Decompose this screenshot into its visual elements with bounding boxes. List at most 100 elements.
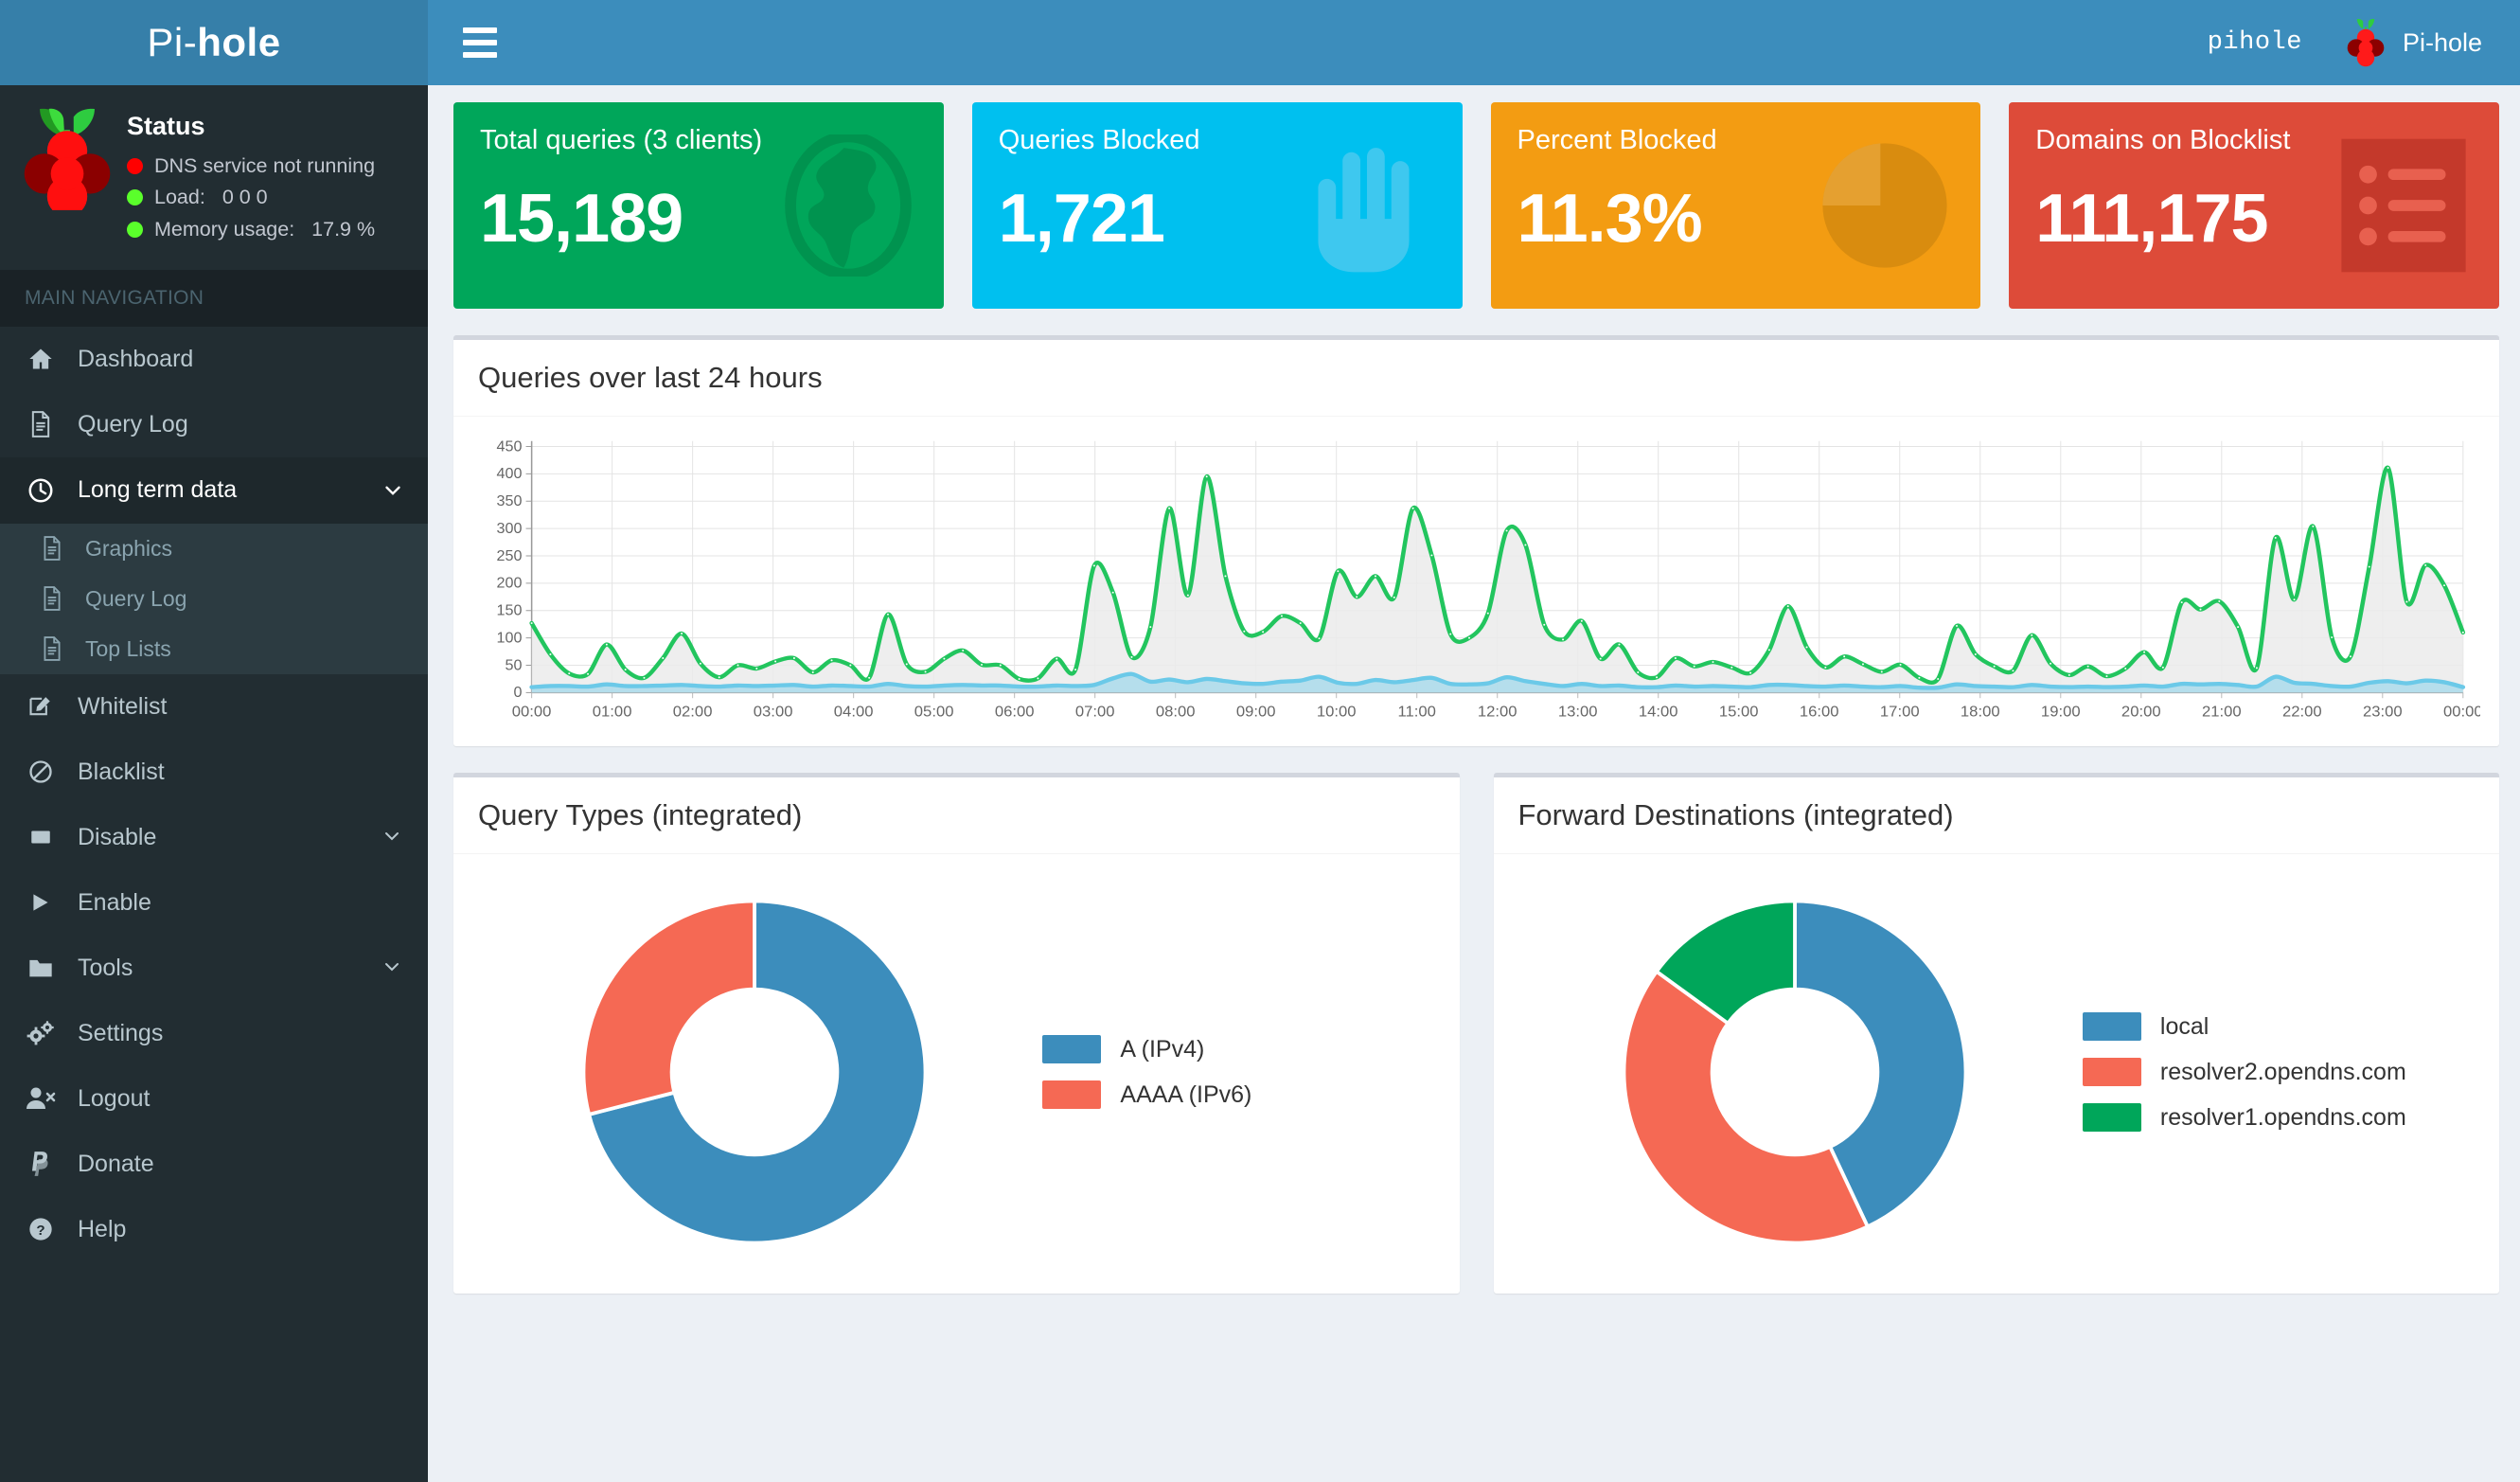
sidebar-item-label: Whitelist xyxy=(78,692,168,720)
donut-slice[interactable] xyxy=(1622,969,1871,1245)
sidebar-item-settings[interactable]: Settings xyxy=(0,1001,428,1066)
status-memory-label: Memory usage: xyxy=(154,217,295,241)
sidebar-item-label: Donate xyxy=(78,1150,154,1177)
status-panel: Status DNS service not running Load: 0 0… xyxy=(0,85,428,270)
status-line-dns: DNS service not running xyxy=(127,151,375,182)
svg-text:16:00: 16:00 xyxy=(1800,704,1839,721)
play-icon xyxy=(25,890,57,915)
stat-card-domains-on-blocklist[interactable]: Domains on Blocklist 111,175 xyxy=(2009,102,2499,309)
legend-swatch xyxy=(1042,1080,1102,1109)
panel-body: 0 50 100 150 200 250 300 350 400 450 00:00 01:00 02:… xyxy=(453,417,2499,746)
sidebar-item-donate[interactable]: Donate xyxy=(0,1132,428,1197)
legend-swatch xyxy=(2082,1012,2141,1041)
sidebar-item-long-term-data[interactable]: Long term data xyxy=(0,456,428,524)
sidebar-item-label: Settings xyxy=(78,1019,164,1046)
ban-icon xyxy=(25,759,57,785)
hamburger-icon[interactable] xyxy=(458,21,502,64)
panel-body: A (IPv4) AAAA (IPv6) xyxy=(453,854,1460,1294)
sidebar-item-blacklist[interactable]: Blacklist xyxy=(0,740,428,805)
legend-label: local xyxy=(2159,1012,2209,1040)
navbar-brand-label: Pi-hole xyxy=(2402,27,2482,57)
status-dot-green-load xyxy=(127,189,143,206)
sidebar-item-graphics[interactable]: Graphics xyxy=(0,524,428,574)
legend-row[interactable]: local xyxy=(2082,1012,2476,1041)
sidebar-item-disable[interactable]: Disable xyxy=(0,805,428,870)
stat-card-value: 1,721 xyxy=(998,181,1165,257)
chevron-down-icon xyxy=(381,955,405,980)
panel-title: Forward Destinations (integrated) xyxy=(1517,798,1954,831)
donut-panels-row: Query Types (integrated) A (IPv4) AAAA (I… xyxy=(453,773,2499,1294)
timeline-svg: 0 50 100 150 200 250 300 350 400 450 00:00 01:00 02:… xyxy=(497,439,2480,721)
navbar-username: pihole xyxy=(2207,28,2302,57)
svg-text:23:00: 23:00 xyxy=(2363,704,2403,721)
query-types-donut[interactable] xyxy=(476,883,1033,1261)
home-icon xyxy=(25,346,57,372)
sidebar-item-query-log-long-term[interactable]: Query Log xyxy=(0,574,428,624)
sidebar-item-label: Dashboard xyxy=(78,345,194,372)
brand-logo-suffix: hole xyxy=(197,20,281,64)
file-icon xyxy=(25,411,57,438)
brand-logo[interactable]: Pi-hole xyxy=(0,0,428,85)
legend-row[interactable]: A (IPv4) xyxy=(1042,1035,1436,1063)
legend-swatch xyxy=(2082,1103,2141,1132)
legend-swatch xyxy=(2082,1058,2141,1086)
legend-row[interactable]: AAAA (IPv6) xyxy=(1042,1080,1436,1109)
sidebar-item-dashboard[interactable]: Dashboard xyxy=(0,327,428,392)
svg-text:18:00: 18:00 xyxy=(1961,704,2000,721)
stat-cards-row: Total queries (3 clients) 15,189 Queries… xyxy=(453,102,2499,309)
sidebar-item-logout[interactable]: Logout xyxy=(0,1066,428,1132)
raspberry-pi-icon xyxy=(2347,19,2385,67)
svg-text:00:00: 00:00 xyxy=(512,704,552,721)
donut-slice[interactable] xyxy=(581,899,757,1117)
status-dot-green-memory xyxy=(127,221,143,238)
svg-text:00:00: 00:00 xyxy=(2443,704,2480,721)
user-times-icon xyxy=(25,1085,57,1112)
stat-card-percent-blocked[interactable]: Percent Blocked 11.3% xyxy=(1490,102,1981,309)
paypal-icon xyxy=(25,1151,57,1177)
chevron-down-icon xyxy=(381,825,405,849)
sidebar-item-enable[interactable]: Enable xyxy=(0,870,428,936)
status-dot-red xyxy=(127,158,143,175)
chevron-down-icon xyxy=(381,478,405,503)
panel-header: Forward Destinations (integrated) xyxy=(1493,777,2499,854)
svg-text:17:00: 17:00 xyxy=(1880,704,1920,721)
stat-card-total-queries[interactable]: Total queries (3 clients) 15,189 xyxy=(453,102,944,309)
sidebar-item-label: Long term data xyxy=(78,476,238,504)
legend-row[interactable]: resolver1.opendns.com xyxy=(2082,1103,2476,1132)
gears-icon xyxy=(25,1020,57,1046)
file-icon xyxy=(38,536,66,562)
stat-card-queries-blocked[interactable]: Queries Blocked 1,721 xyxy=(971,102,1463,309)
svg-text:06:00: 06:00 xyxy=(995,704,1035,721)
nav-section-header: MAIN NAVIGATION xyxy=(0,269,428,327)
panel-queries-over-24-hours: Queries over last 24 hours 0 50 100 150 200 2… xyxy=(453,335,2499,746)
sidebar-item-tools[interactable]: Tools xyxy=(0,936,428,1001)
stat-card-title: Queries Blocked xyxy=(998,125,1200,155)
panel-forward-destinations: Forward Destinations (integrated) local r… xyxy=(1493,773,2499,1294)
stat-card-value: 11.3% xyxy=(1517,181,1703,257)
svg-text:?: ? xyxy=(36,1223,44,1239)
question-circle-icon: ? xyxy=(25,1216,57,1242)
sidebar-item-label: Help xyxy=(78,1215,127,1242)
file-icon xyxy=(38,586,66,612)
query-types-donut-svg xyxy=(581,899,928,1245)
svg-text:300: 300 xyxy=(497,521,523,537)
sidebar-item-query-log[interactable]: Query Log xyxy=(0,392,428,457)
sidebar: Status DNS service not running Load: 0 0… xyxy=(0,85,428,1482)
queries-timeline-chart[interactable]: 0 50 100 150 200 250 300 350 400 450 00:00 01:00 02:… xyxy=(472,432,2480,735)
svg-text:14:00: 14:00 xyxy=(1639,704,1678,721)
svg-text:15:00: 15:00 xyxy=(1719,704,1759,721)
navbar-brand[interactable]: Pi-hole xyxy=(2344,18,2482,67)
legend-row[interactable]: resolver2.opendns.com xyxy=(2082,1058,2476,1086)
navbar: pihole Pi-hole xyxy=(428,0,2520,85)
sidebar-item-whitelist[interactable]: Whitelist xyxy=(0,674,428,740)
svg-text:0: 0 xyxy=(514,686,523,702)
status-line-memory: Memory usage: 17.9 % xyxy=(127,214,375,245)
sidebar-item-help[interactable]: ? Help xyxy=(0,1197,428,1262)
sidebar-item-label: Blacklist xyxy=(78,758,165,785)
sidebar-item-label: Logout xyxy=(78,1084,151,1112)
forward-destinations-donut-svg xyxy=(1622,899,1968,1245)
sidebar-item-label: Enable xyxy=(78,888,151,916)
panel-title: Queries over last 24 hours xyxy=(478,361,823,394)
forward-destinations-donut[interactable] xyxy=(1517,883,2073,1261)
sidebar-item-top-lists[interactable]: Top Lists xyxy=(0,624,428,674)
